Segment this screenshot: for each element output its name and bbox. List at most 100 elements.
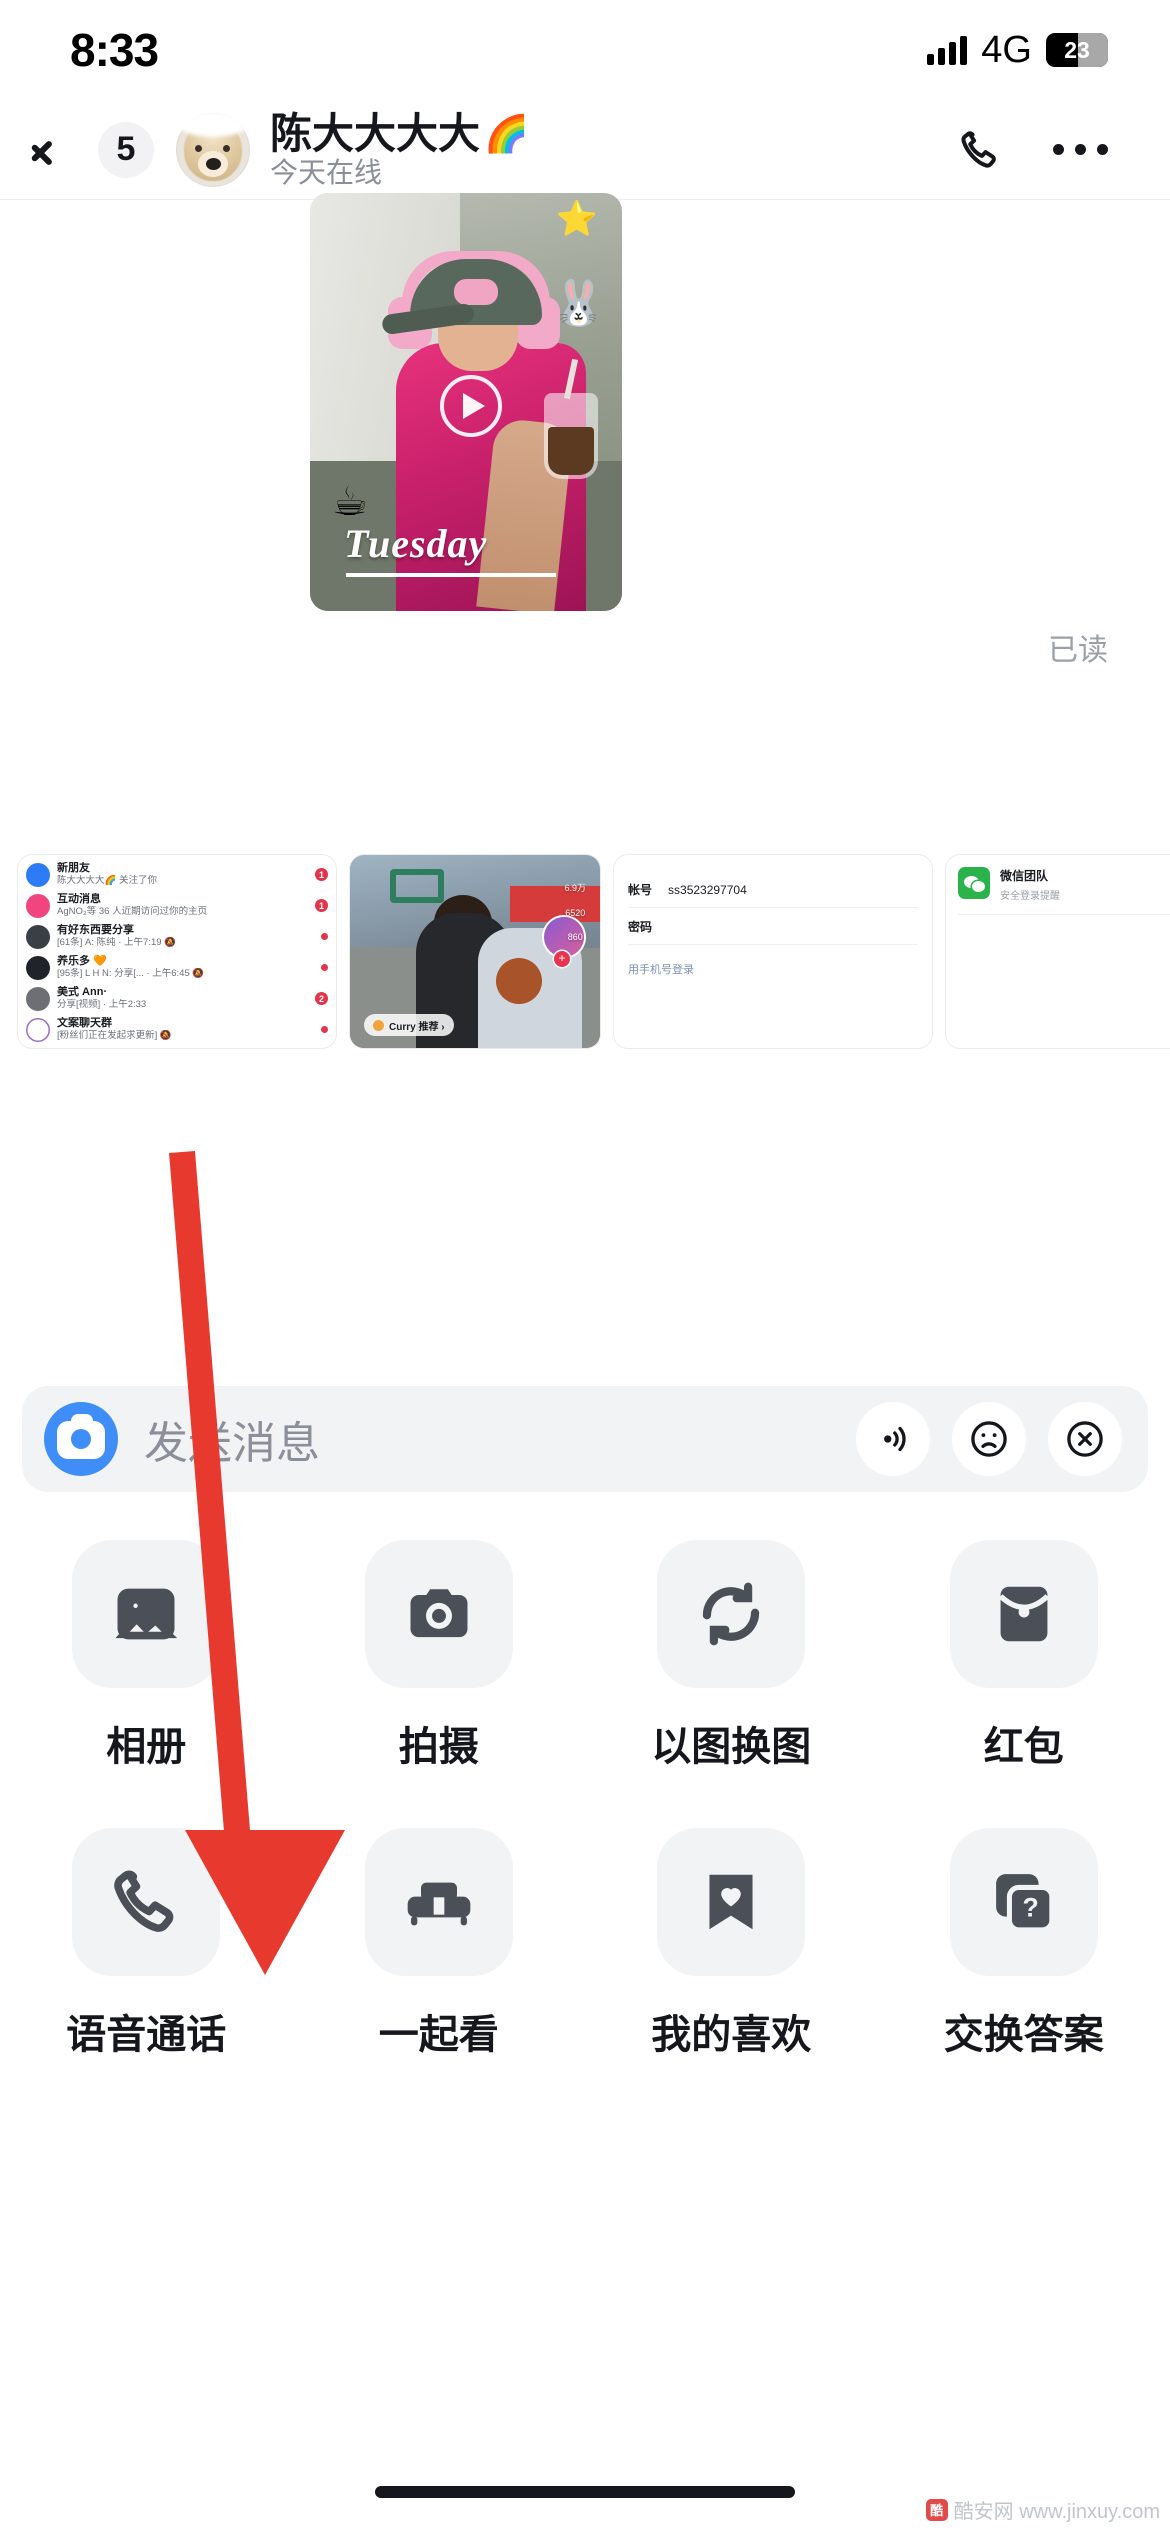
contact-name: 陈大大大大 🌈 <box>270 109 529 157</box>
action-exchange-answers[interactable]: ? 交换答案 <box>878 1828 1170 2060</box>
action-red-packet[interactable]: 红包 <box>878 1540 1170 1772</box>
avatar <box>26 986 50 1011</box>
bunny-sticker-icon: 🐰 <box>551 279 606 328</box>
emoji-face-icon[interactable] <box>952 1402 1026 1476</box>
list-item: 新朋友 陈大大大大🌈 关注了你 1 <box>18 859 336 890</box>
status-badge <box>321 964 328 971</box>
recommend-tag-label: Curry 推荐 › <box>389 1021 445 1033</box>
action-label: 我的喜欢 <box>651 2013 812 2057</box>
avatar[interactable] <box>176 112 250 187</box>
recent-screenshots-strip[interactable]: 新朋友 陈大大大大🌈 关注了你 1 互动消息 AgNO₃等 36 人近期访问过你… <box>0 855 1170 1055</box>
more-dots-icon[interactable] <box>1053 144 1108 155</box>
red-packet-icon <box>949 1540 1098 1688</box>
video-message-bubble[interactable]: 🐰 ☕ ⭐ Tuesday <box>310 193 622 611</box>
battery-icon: 23 <box>1046 33 1108 67</box>
phone-call-icon <box>72 1828 221 1976</box>
close-x-icon[interactable] <box>1048 1402 1122 1476</box>
camera-circle-icon[interactable] <box>44 1402 118 1476</box>
thumbnail-chat-list[interactable]: 新朋友 陈大大大大🌈 关注了你 1 互动消息 AgNO₃等 36 人近期访问过你… <box>18 855 336 1048</box>
recommend-tag: Curry 推荐 › <box>364 1014 454 1036</box>
list-item-subtitle: 分享[视频] · 上午2:33 <box>57 999 147 1011</box>
list-item-subtitle: 陈大大大大🌈 关注了你 <box>57 875 157 887</box>
status-badge <box>321 933 328 940</box>
action-my-favorites[interactable]: 我的喜欢 <box>585 1828 878 2060</box>
favorite-count: 860 <box>567 932 583 942</box>
password-row: 密码 <box>628 908 918 945</box>
watermark-badge: 酷 <box>925 2498 948 2521</box>
photo-icon <box>72 1540 221 1688</box>
basketball-icon <box>496 958 542 1004</box>
notice-row: 微信团队 安全登录提醒 <box>958 867 1170 915</box>
watermark: 酷 酷安网 www.jinxuy.com <box>925 2495 1160 2524</box>
header-actions <box>957 127 1108 173</box>
contact-name-text: 陈大大大大 <box>270 109 481 157</box>
play-icon[interactable] <box>440 375 502 437</box>
phone-icon[interactable] <box>957 127 1003 173</box>
status-time: 8:33 <box>70 24 159 76</box>
header-titles: 陈大大大大 🌈 今天在线 <box>270 109 529 188</box>
read-receipt: 已读 <box>1048 634 1108 667</box>
action-photo-album[interactable]: 相册 <box>0 1540 293 1772</box>
action-camera[interactable]: 拍摄 <box>293 1540 586 1772</box>
password-label: 密码 <box>628 920 653 934</box>
action-voice-call[interactable]: 语音通话 <box>0 1828 293 2060</box>
action-label: 以图换图 <box>651 1725 812 1769</box>
list-item-title: 养乐多 🧡 <box>57 955 107 968</box>
coffee-sticker-icon: ☕ <box>332 480 368 524</box>
camera-icon <box>364 1540 513 1688</box>
heart-bookmark-icon <box>657 1828 806 1976</box>
message-input-bar[interactable]: 发送消息 <box>22 1386 1148 1492</box>
list-item-subtitle: AgNO₃等 36 人近期访问过你的主页 <box>57 906 208 918</box>
account-value: ss3523297704 <box>668 883 747 897</box>
thumbnail-login-form-1[interactable]: 帐号 ss3523297704 密码 用手机号登录 <box>614 855 932 1048</box>
action-label: 红包 <box>983 1725 1064 1769</box>
network-type-label: 4G <box>981 28 1032 71</box>
message-input[interactable]: 发送消息 <box>144 1407 320 1471</box>
rainbow-emoji-icon: 🌈 <box>484 112 529 154</box>
watermark-text: 酷安网 www.jinxuy.com <box>953 2501 1160 2523</box>
chevron-left-icon <box>47 130 69 170</box>
action-label: 拍摄 <box>398 1725 479 1769</box>
input-bar-actions <box>856 1402 1122 1476</box>
like-count: 6.9万 <box>564 883 586 893</box>
contact-status: 今天在线 <box>270 156 383 188</box>
star-sticker-icon: ⭐ <box>555 200 598 238</box>
status-badge: 1 <box>315 868 328 881</box>
basketball-hoop-icon <box>390 869 444 903</box>
status-badge: 1 <box>315 899 328 912</box>
avatar <box>26 1017 50 1042</box>
avatar <box>26 862 50 887</box>
thumbnail-basketball-video[interactable]: + 6.9万 6520 860 Curry 推荐 › <box>350 855 600 1048</box>
drink-cup-icon <box>544 393 598 479</box>
voice-wave-icon[interactable] <box>856 1402 930 1476</box>
comment-count: 6520 <box>565 908 586 918</box>
thumbnail-wechat-notice[interactable]: 微信团队 安全登录提醒 3月4日 <box>946 855 1170 1048</box>
action-label: 相册 <box>106 1725 187 1769</box>
account-label: 帐号 <box>628 883 653 897</box>
list-item-title: 文案聊天群 <box>57 1017 112 1030</box>
chat-header: 5 陈大大大大 🌈 今天在线 <box>0 100 1170 200</box>
action-label: 语音通话 <box>66 2013 227 2057</box>
status-badge <box>321 1026 328 1033</box>
account-row: 帐号 ss3523297704 <box>628 871 918 908</box>
action-swap-image[interactable]: 以图换图 <box>585 1540 878 1772</box>
signal-bars-icon <box>927 35 968 65</box>
svg-text:?: ? <box>1022 1893 1038 1923</box>
video-overlay-text: Tuesday <box>344 521 557 577</box>
video-side-actions: 6.9万 6520 860 <box>564 881 586 942</box>
list-item: 互动消息 AgNO₃等 36 人近期访问过你的主页 1 <box>18 890 336 921</box>
list-item: 文案聊天群 [粉丝们正在发起求更新] 🔕 <box>18 1014 336 1045</box>
phone-screen: 8:33 4G 23 5 陈大大大大 🌈 今天在线 🐰 ☕ ⭐ Tuesday … <box>0 0 1170 2532</box>
list-item-title: 有好东西要分享 <box>57 924 134 937</box>
back-button[interactable] <box>28 130 88 170</box>
status-bar: 8:33 4G 23 <box>0 0 1170 100</box>
list-item: 有好东西要分享 [61条] A: 陈纯 · 上午7:19 🔕 <box>18 921 336 952</box>
list-item: 美式 Ann· 分享[视频] · 上午2:33 2 <box>18 983 336 1014</box>
sofa-watch-together-icon <box>364 1828 513 1976</box>
action-watch-together[interactable]: 一起看 <box>293 1828 586 2060</box>
login-form-preview: 帐号 ss3523297704 密码 用手机号登录 <box>614 855 932 1048</box>
avatar <box>26 893 50 918</box>
unread-count-badge[interactable]: 5 <box>98 121 154 178</box>
list-item-subtitle: [粉丝们正在发起求更新] 🔕 <box>57 1030 172 1042</box>
app-name: 微信团队 <box>1000 869 1049 883</box>
